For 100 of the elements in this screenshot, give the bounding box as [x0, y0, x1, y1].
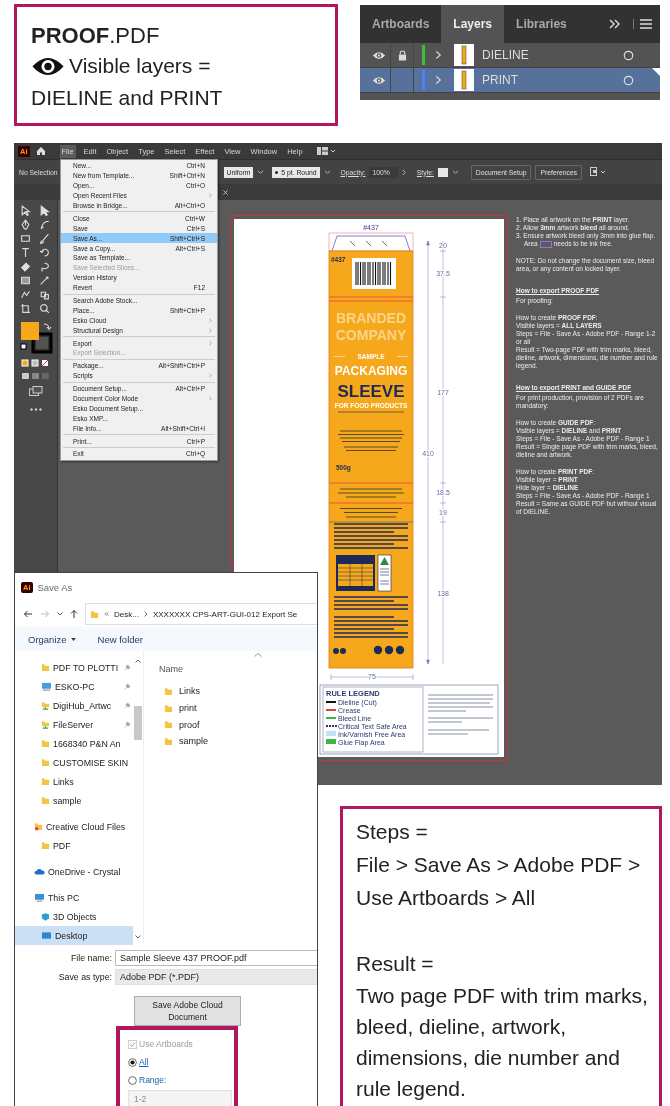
field-label: Save as type:: [57, 972, 112, 982]
style-swatch[interactable]: [437, 167, 448, 177]
eraser-icon[interactable]: [19, 261, 31, 272]
brush-icon[interactable]: [38, 233, 50, 244]
callout-text: File > Save As > Adobe PDF > Use Artboards > All: [356, 852, 642, 911]
arrow-icon[interactable]: [38, 205, 50, 216]
desktop-icon: [41, 931, 52, 940]
back-arrow-icon[interactable]: [23, 610, 33, 618]
target-circle-icon[interactable]: [623, 49, 634, 61]
scrollbar-thumb[interactable]: [134, 706, 142, 740]
folder-icon: [41, 796, 50, 805]
workspace-icon[interactable]: [316, 147, 337, 155]
callout-text: DIELINE and PRINT: [31, 85, 224, 111]
rotate-icon[interactable]: [38, 247, 50, 258]
more-icon[interactable]: [29, 408, 42, 411]
chevron-down-icon[interactable]: [57, 612, 63, 616]
scroll-down-icon[interactable]: [135, 935, 141, 939]
network-drive-icon: [41, 720, 50, 729]
folder-icon: [41, 758, 50, 767]
nav-item[interactable]: DigiHub_Artwc: [15, 696, 133, 715]
nav-item[interactable]: CUSTOMISE SKIN: [15, 753, 133, 772]
artboard-icon[interactable]: [19, 303, 31, 314]
panel-tab[interactable]: Layers: [441, 5, 505, 43]
folder-item[interactable]: Links: [159, 683, 317, 700]
shape-builder-icon[interactable]: [38, 289, 50, 300]
folder-icon: [41, 841, 50, 850]
chevron-icon[interactable]: [435, 75, 442, 85]
gradient-icon[interactable]: [19, 275, 31, 286]
eye-icon[interactable]: [372, 50, 386, 60]
field-label: File name:: [69, 953, 112, 963]
dialog-title: Save As: [37, 581, 73, 593]
nav-item[interactable]: Links: [15, 772, 133, 791]
menu-icon[interactable]: [633, 19, 652, 29]
panel-tab[interactable]: Libraries: [504, 5, 579, 43]
arrow-icon[interactable]: [19, 205, 31, 216]
text-lines-drawing: [337, 488, 405, 518]
nav-item[interactable]: PDF TO PLOTTI: [15, 658, 133, 677]
radio-option[interactable]: All: [128, 1053, 234, 1071]
radio-button[interactable]: [128, 1057, 137, 1067]
folder-item[interactable]: print: [159, 699, 317, 717]
lock-icon[interactable]: [397, 49, 407, 61]
nav-item[interactable]: This PC: [15, 888, 133, 907]
radio-option[interactable]: Range:: [128, 1071, 234, 1089]
expand-icon[interactable]: [609, 19, 621, 29]
up-arrow-icon[interactable]: [70, 609, 78, 619]
toolbar-button[interactable]: New folder: [97, 633, 143, 645]
nav-item[interactable]: FileServer: [15, 715, 133, 734]
eyedropper-icon[interactable]: [38, 275, 50, 286]
pen-icon[interactable]: [19, 219, 31, 230]
breadcrumb-item[interactable]: XXXXXXX CPS-ART-GUI-012 Export Se: [152, 609, 298, 619]
save-cloud-button[interactable]: Save Adobe Cloud Document: [134, 996, 241, 1026]
callout-title: PROOF.PDF: [31, 22, 161, 50]
nav-item[interactable]: Creative Cloud Files: [15, 817, 133, 836]
callout-text: Steps =: [356, 819, 429, 845]
fill-stroke-icon[interactable]: [18, 320, 53, 354]
nav-item[interactable]: 3D Objects: [15, 907, 133, 926]
rectangle-icon[interactable]: [19, 233, 31, 244]
folder-item[interactable]: proof: [159, 716, 317, 734]
barcode-drawing: [352, 258, 396, 289]
radio-button[interactable]: [128, 1075, 137, 1085]
folder-icon: [90, 609, 99, 619]
breadcrumb-item[interactable]: Desk...: [114, 609, 139, 619]
curve-pen-icon[interactable]: [38, 219, 50, 230]
file-name-field[interactable]: Sample Sleeve 437 PROOF.pdf: [115, 950, 317, 966]
type-tool-icon[interactable]: [19, 247, 31, 258]
nav-item[interactable]: 1668340 P&N An: [15, 734, 133, 753]
folder-item[interactable]: sample: [159, 733, 317, 750]
layer-row[interactable]: PRINT: [360, 68, 660, 93]
computer-icon: [41, 682, 52, 691]
cloud-folder-icon: [34, 822, 43, 831]
column-header[interactable]: Name: [159, 664, 317, 674]
nav-item[interactable]: ESKO-PC: [15, 677, 133, 696]
scroll-up-icon[interactable]: [135, 659, 141, 663]
nav-item[interactable]: PDF: [15, 836, 133, 855]
folder-icon: [41, 739, 50, 748]
nav-item[interactable]: sample: [15, 791, 133, 810]
screen-mode-icon[interactable]: [28, 386, 43, 396]
color-mode-icon[interactable]: [20, 359, 51, 367]
nutrition-table-drawing: [336, 555, 375, 591]
product-name: SLEEVE: [337, 382, 405, 401]
nav-item[interactable]: Desktop: [15, 926, 133, 945]
toolbar-button[interactable]: Organize: [28, 633, 76, 645]
layer-thumbnail: [454, 69, 474, 91]
zoom-icon[interactable]: [38, 303, 50, 314]
target-circle-icon[interactable]: [623, 74, 634, 86]
home-icon[interactable]: [35, 146, 46, 156]
blend-icon[interactable]: [19, 289, 31, 300]
lasso-icon[interactable]: [38, 261, 50, 272]
chevron-icon[interactable]: [435, 50, 442, 60]
layer-thumbnail: [454, 44, 474, 66]
panel-tab[interactable]: Artboards: [360, 5, 442, 43]
eye-icon[interactable]: [372, 75, 386, 85]
draw-mode-icon[interactable]: [20, 372, 51, 380]
product-name: PACKAGING: [334, 364, 408, 378]
close-icon[interactable]: [223, 189, 228, 195]
file-type-dropdown[interactable]: Adobe PDF (*.PDF): [115, 969, 317, 985]
chevron-right-icon[interactable]: [143, 611, 148, 617]
cube-icon: [41, 912, 50, 921]
address-bar[interactable]: Desk... XXXXXXX CPS-ART-GUI-012 Export Se: [85, 603, 317, 625]
nav-item[interactable]: OneDrive - Crystal: [15, 862, 133, 881]
